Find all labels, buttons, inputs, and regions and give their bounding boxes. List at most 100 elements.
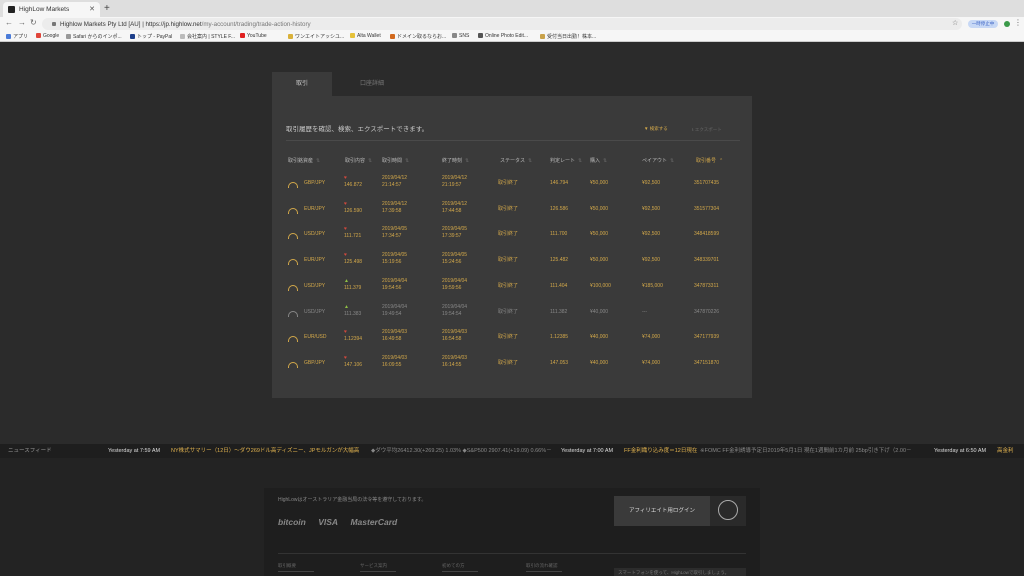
entry-rate-cell: 111.383	[344, 310, 362, 317]
footer-link[interactable]: 初めての方	[442, 563, 478, 572]
bookmark-item[interactable]: 会社案内 | STYLE F...	[180, 33, 235, 40]
footer-link[interactable]: 取引の流れ確認	[526, 563, 562, 572]
col-header-payout[interactable]: ペイアウト ⇅	[642, 157, 674, 164]
bookmark-star-icon[interactable]: ☆	[952, 19, 958, 27]
menu-icon[interactable]: ⋮	[1014, 18, 1022, 27]
col-header-asset[interactable]: 取引銘資産 ⇅	[288, 157, 320, 164]
reload-icon[interactable]: ↻	[30, 18, 37, 27]
entry-rate-cell: 147.106	[344, 361, 363, 368]
table-row[interactable]: ♥ USD/JPY 111.721 2019/04/05 17:34:57 2019/04…	[272, 223, 752, 249]
payout-cell: ¥74,000	[642, 359, 661, 366]
amount-cell: ¥50,000	[590, 180, 609, 186]
table-row[interactable]: ♥ GBP/JPY 147.106 2019/04/03 16:09:55 2019/04…	[272, 352, 752, 378]
low-arrow-icon: ♥	[344, 329, 347, 336]
entry-rate-cell: 111.379	[344, 284, 362, 291]
footer-link[interactable]: 取引概要	[278, 563, 314, 572]
close-tab-icon[interactable]: ✕	[89, 5, 95, 13]
start-time-cell: 21:14:57	[382, 182, 402, 188]
tab-title: HighLow Markets	[19, 6, 70, 13]
table-row[interactable]: ♥ EUR/JPY 126.590 2019/04/12 17:39:58 2019/04…	[272, 198, 752, 224]
bookmark-item[interactable]: ドメイン取るならお...	[390, 33, 446, 40]
asset-cell: USD/JPY	[304, 308, 326, 315]
bookmark-item[interactable]: SNS	[452, 33, 469, 39]
ticker-time: Yesterday at 7:59 AM	[108, 448, 161, 454]
affiliate-login-button[interactable]: アフィリエイト用ログイン	[614, 496, 710, 526]
app-promo[interactable]: スマートフォンを使って、HighLowで取引しましょう。	[614, 568, 746, 576]
amount-cell: ¥50,000	[590, 205, 609, 212]
forward-icon[interactable]: →	[18, 18, 26, 27]
start-time-cell: 16:49:58	[382, 336, 402, 343]
user-icon[interactable]	[710, 496, 746, 526]
gauge-icon	[288, 284, 298, 291]
filter-button[interactable]: ▼ 検索する	[644, 126, 668, 132]
ticker-headline[interactable]: NY株式サマリー（12日）～ダウ269ドル高ディズニー、JPモルガンが大幅高	[171, 444, 359, 458]
footer: HighLowはオーストラリア金融当局の法令等を遵守しております。 bitcoi…	[0, 458, 1024, 576]
lock-icon	[52, 21, 56, 26]
gauge-icon	[288, 182, 298, 188]
payout-cell: ¥92,500	[642, 257, 661, 264]
bookmark-item[interactable]: アプリ	[6, 33, 28, 40]
new-tab-icon[interactable]: +	[104, 3, 110, 14]
col-header-status[interactable]: ステータス ⇅	[500, 157, 532, 164]
footer-link[interactable]: サービス案内	[360, 563, 396, 572]
bookmark-item[interactable]: Alta Wallet	[350, 33, 381, 39]
gauge-icon	[288, 310, 298, 317]
bookmark-item[interactable]: Safari からのインポ...	[66, 33, 122, 40]
ticker-body: ◆ダウ平均26412.30(+269.25) 1.03% ◆S&P500 290…	[371, 448, 552, 454]
export-button[interactable]: ⭳ エクスポート	[692, 126, 722, 134]
browser-tab[interactable]: HighLow Markets ✕	[3, 2, 100, 17]
col-header-amount[interactable]: 購入 ⇅	[590, 157, 607, 164]
col-header-direction[interactable]: 取引内容 ⇅	[345, 157, 372, 164]
start-time-cell: 19:49:54	[382, 310, 402, 317]
bookmark-item[interactable]: Google	[36, 33, 59, 39]
asset-cell: EUR/JPY	[304, 257, 326, 264]
bookmark-item[interactable]: トップ - PayPal	[130, 33, 172, 40]
table-row[interactable]: ♥ EUR/USD 1.12394 2019/04/03 16:49:58 2019/04…	[272, 326, 752, 352]
bookmarks-bar: アプリ Google Safari からのインポ... トップ - PayPal…	[0, 31, 1024, 42]
status-cell: 取引終了	[498, 308, 519, 315]
start-date-cell: 2019/04/04	[382, 277, 408, 284]
table-row[interactable]: ♥ GBP/JPY 146.872 2019/04/12 21:14:57 2019/04…	[272, 172, 752, 198]
bookmark-item[interactable]: ワンエイトアッシユ...	[288, 33, 344, 40]
extension-icon[interactable]	[1004, 21, 1010, 27]
trade-id-cell: 347873311	[694, 282, 719, 289]
col-header-trade-id[interactable]: 取引番号 ⌃	[696, 157, 723, 164]
ticker-time: Yesterday at 6:50 AM	[934, 448, 987, 454]
start-time-cell: 15:19:56	[382, 259, 402, 266]
col-header-trade-time[interactable]: 取引時間 ⇅	[382, 157, 409, 164]
trade-id-cell: 347177939	[694, 334, 720, 341]
end-date-cell: 2019/04/12	[442, 175, 468, 181]
sort-icon: ⇅	[368, 158, 373, 164]
col-header-rate[interactable]: 判定レート ⇅	[550, 157, 582, 164]
bookmark-item[interactable]: Online Photo Edit...	[478, 33, 528, 39]
bookmark-item[interactable]: YouTube	[240, 33, 267, 39]
table-row[interactable]: ▲ USD/JPY 111.383 2019/04/04 19:49:54 2019/04…	[272, 301, 752, 327]
tab-trades[interactable]: 取引	[272, 72, 332, 96]
judge-rate-cell: 111.404	[550, 282, 568, 289]
end-time-cell: 16:54:58	[442, 336, 462, 343]
url-field[interactable]: Highlow Markets Pty Ltd [AU] | https://j…	[42, 18, 962, 30]
payout-cell: ---	[642, 308, 647, 315]
end-date-cell: 2019/04/03	[442, 329, 468, 336]
bookmark-item[interactable]: 受付当日出勤！株本...	[540, 33, 596, 40]
start-time-cell: 17:39:58	[382, 207, 402, 214]
back-icon[interactable]: ←	[5, 18, 13, 27]
col-header-end-time[interactable]: 終了時刻 ⇅	[442, 157, 469, 164]
profile-pill[interactable]: 一時停止中	[968, 20, 998, 28]
low-arrow-icon: ♥	[344, 226, 347, 233]
gauge-icon	[288, 259, 298, 266]
table-row[interactable]: ♥ EUR/JPY 125.498 2019/04/05 15:19:56 2019/04…	[272, 249, 752, 275]
start-date-cell: 2019/04/05	[382, 226, 408, 233]
judge-rate-cell: 146.794	[550, 180, 569, 186]
trade-id-cell: 348339701	[694, 257, 720, 264]
account-tabs: 取引 口座詳細	[272, 72, 752, 96]
ticker-headline[interactable]: 高金利	[997, 444, 1014, 458]
ticker-headline[interactable]: FF金利織り込み度＝12日現在	[624, 444, 697, 458]
sort-icon: ⇅	[316, 158, 321, 164]
judge-rate-cell: 126.586	[550, 205, 569, 212]
table-row[interactable]: ▲ USD/JPY 111.379 2019/04/04 19:54:56 2019/04…	[272, 275, 752, 301]
trade-id-cell: 351707435	[694, 180, 720, 186]
tab-account-details[interactable]: 口座詳細	[342, 72, 402, 96]
amount-cell: ¥40,000	[590, 308, 609, 315]
asset-cell: USD/JPY	[304, 231, 326, 238]
